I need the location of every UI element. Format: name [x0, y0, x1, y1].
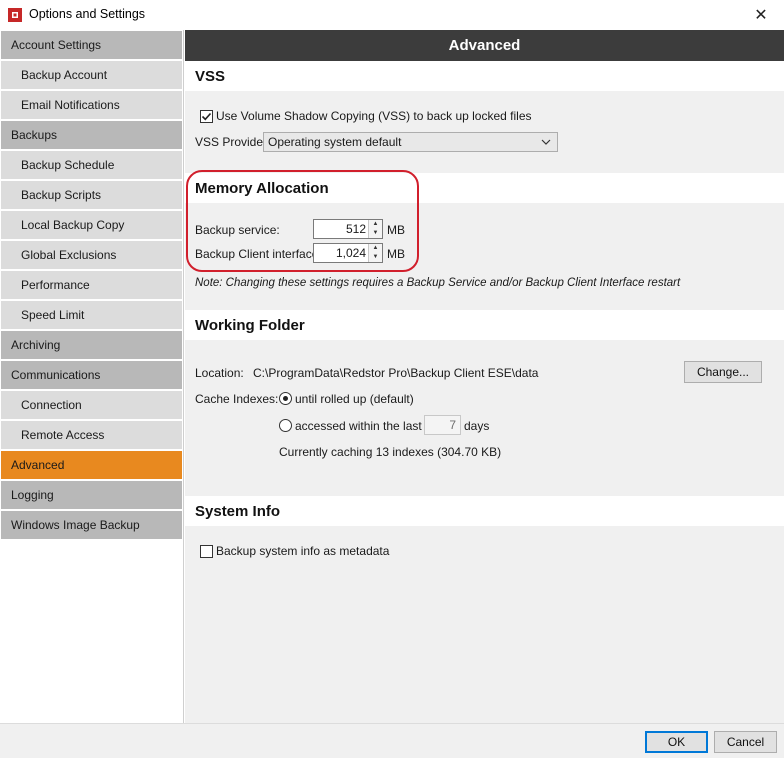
sidebar-item-label: Remote Access [21, 428, 105, 442]
sidebar-item-label: Backup Account [21, 68, 108, 82]
sidebar-item-archiving[interactable]: Archiving [1, 331, 182, 359]
cache-accessed-label: accessed within the last [295, 419, 422, 433]
location-label: Location: [195, 366, 244, 380]
window-title: Options and Settings [29, 7, 146, 21]
title-bar: Options and Settings ✕ [0, 0, 784, 30]
backup-service-spin-buttons: ▲ ▼ [368, 220, 382, 238]
sidebar-item-windows-image-backup[interactable]: Windows Image Backup [1, 511, 182, 539]
sidebar-item-advanced[interactable]: Advanced [1, 451, 182, 479]
vss-section-heading: VSS [185, 61, 784, 91]
use-vss-label: Use Volume Shadow Copying (VSS) to back … [216, 109, 532, 123]
vss-provider-value: Operating system default [268, 135, 402, 149]
page-title: Advanced [185, 30, 784, 61]
working-folder-body: Location: C:\ProgramData\Redstor Pro\Bac… [185, 340, 784, 496]
sidebar-item-performance[interactable]: Performance [1, 271, 182, 299]
sidebar-item-global-exclusions[interactable]: Global Exclusions [1, 241, 182, 269]
system-info-heading: System Info [185, 496, 784, 526]
change-location-button[interactable]: Change... [684, 361, 762, 383]
radio-selected-dot [283, 396, 288, 401]
use-vss-checkbox[interactable] [200, 110, 213, 123]
sidebar-item-backup-account[interactable]: Backup Account [1, 61, 182, 89]
sidebar-item-label: Logging [11, 488, 54, 502]
sidebar-item-label: Backup Scripts [21, 188, 102, 202]
close-icon: ✕ [754, 7, 768, 24]
sidebar-item-connection[interactable]: Connection [1, 391, 182, 419]
sidebar-item-label: Windows Image Backup [11, 518, 140, 532]
sidebar-item-label: Archiving [11, 338, 61, 352]
cache-days-value: 7 [449, 418, 456, 432]
sidebar-item-label: Speed Limit [21, 308, 85, 322]
cache-accessed-radio[interactable] [279, 419, 292, 432]
location-value: C:\ProgramData\Redstor Pro\Backup Client… [253, 366, 539, 380]
backup-client-value: 1,024 [335, 246, 366, 260]
sidebar-item-label: Local Backup Copy [21, 218, 125, 232]
spin-down-icon[interactable]: ▼ [369, 229, 382, 238]
backup-client-label: Backup Client interface: [195, 247, 322, 261]
sidebar-item-label: Performance [21, 278, 90, 292]
sidebar-item-email-notifications[interactable]: Email Notifications [1, 91, 182, 119]
sidebar-item-account-settings[interactable]: Account Settings [1, 31, 182, 59]
sidebar-item-speed-limit[interactable]: Speed Limit [1, 301, 182, 329]
backup-client-spinner[interactable]: 1,024 ▲ ▼ [313, 243, 383, 263]
cache-until-rolled-radio[interactable] [279, 392, 292, 405]
sidebar-item-label: Backup Schedule [21, 158, 115, 172]
sidebar-item-label: Global Exclusions [21, 248, 117, 262]
sidebar-item-label: Advanced [11, 458, 65, 472]
memory-section-body: Backup service: 512 ▲ ▼ MB Backup Client… [185, 203, 784, 310]
cache-days-input[interactable]: 7 [424, 415, 461, 435]
sidebar-item-label: Backups [11, 128, 58, 142]
cache-days-unit: days [464, 419, 490, 433]
backup-service-unit: MB [387, 223, 405, 237]
backup-service-spinner[interactable]: 512 ▲ ▼ [313, 219, 383, 239]
checkmark-icon [201, 112, 212, 121]
sidebar-item-remote-access[interactable]: Remote Access [1, 421, 182, 449]
backup-client-spin-buttons: ▲ ▼ [368, 244, 382, 262]
sidebar-item-label: Account Settings [11, 38, 102, 52]
sidebar-item-backup-scripts[interactable]: Backup Scripts [1, 181, 182, 209]
sidebar-item-backup-schedule[interactable]: Backup Schedule [1, 151, 182, 179]
system-info-metadata-checkbox[interactable] [200, 545, 213, 558]
sidebar-item-label: Connection [21, 398, 82, 412]
backup-service-label: Backup service: [195, 223, 280, 237]
vss-provider-select[interactable]: Operating system default [263, 132, 558, 152]
dialog-footer: OK Cancel [0, 723, 784, 758]
backup-client-unit: MB [387, 247, 405, 261]
sidebar-item-communications[interactable]: Communications [1, 361, 182, 389]
ok-button[interactable]: OK [645, 731, 708, 753]
sidebar-item-label: Communications [11, 368, 101, 382]
app-logo-icon [8, 8, 22, 22]
system-info-metadata-label: Backup system info as metadata [216, 544, 390, 558]
vss-provider-label: VSS Provider: [195, 135, 271, 149]
backup-service-value: 512 [345, 222, 366, 236]
sidebar-item-local-backup-copy[interactable]: Local Backup Copy [1, 211, 182, 239]
memory-note: Note: Changing these settings requires a… [195, 277, 681, 289]
system-info-body: Backup system info as metadata [185, 526, 784, 723]
spin-down-icon[interactable]: ▼ [369, 253, 382, 262]
cache-indexes-label: Cache Indexes: [195, 392, 279, 406]
cancel-button[interactable]: Cancel [714, 731, 777, 753]
sidebar-item-logging[interactable]: Logging [1, 481, 182, 509]
vss-section-body: Use Volume Shadow Copying (VSS) to back … [185, 91, 784, 173]
settings-sidebar: Account Settings Backup Account Email Noti… [0, 30, 184, 723]
memory-section-heading: Memory Allocation [185, 173, 784, 203]
working-folder-heading: Working Folder [185, 310, 784, 340]
sidebar-item-backups[interactable]: Backups [1, 121, 182, 149]
spin-up-icon[interactable]: ▲ [369, 220, 382, 229]
chevron-down-icon [541, 139, 551, 145]
caching-status: Currently caching 13 indexes (304.70 KB) [279, 445, 502, 459]
main-panel: Advanced VSS Use Volume Shadow Copying (… [185, 30, 784, 723]
close-button[interactable]: ✕ [738, 0, 784, 30]
spin-up-icon[interactable]: ▲ [369, 244, 382, 253]
sidebar-item-label: Email Notifications [21, 98, 120, 112]
cache-until-rolled-label: until rolled up (default) [295, 392, 414, 406]
